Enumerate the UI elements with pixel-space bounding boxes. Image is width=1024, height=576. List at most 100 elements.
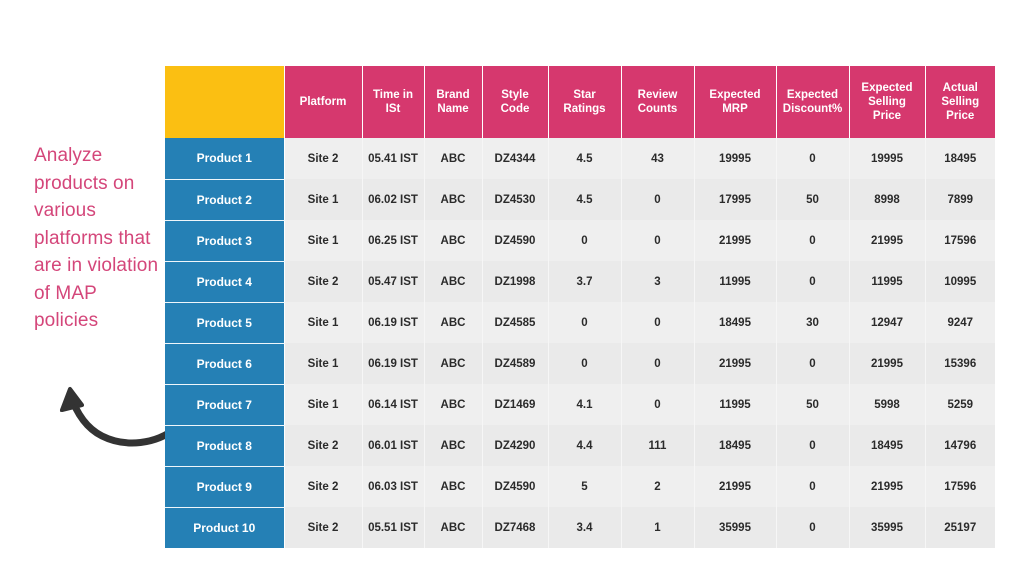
column-header-expected-mrp[interactable]: Expected MRP (694, 66, 777, 138)
cell-style-code: DZ7468 (482, 507, 549, 548)
cell-star-ratings: 4.4 (548, 425, 622, 466)
cell-time-in-ist: 05.51 IST (362, 507, 425, 548)
cell-expected-mrp: 19995 (694, 138, 777, 179)
cell-review-counts: 0 (621, 220, 695, 261)
cell-star-ratings: 4.1 (548, 384, 622, 425)
cell-expected-selling-price: 35995 (849, 507, 926, 548)
column-header-style-code[interactable]: Style Code (482, 66, 549, 138)
cell-expected-discount: 30 (776, 302, 850, 343)
cell-expected-mrp: 11995 (694, 384, 777, 425)
cell-review-counts: 0 (621, 179, 695, 220)
cell-time-in-ist: 06.14 IST (362, 384, 425, 425)
cell-style-code: DZ4290 (482, 425, 549, 466)
curved-arrow-up-left-icon (52, 368, 182, 460)
cell-brand-name: ABC (424, 261, 483, 302)
cell-time-in-ist: 05.47 IST (362, 261, 425, 302)
column-header-expected-selling-price[interactable]: Expected Selling Price (849, 66, 926, 138)
row-label-product[interactable]: Product 5 (165, 302, 285, 344)
table-header-row: Platform Time in ISt Brand Name Style Co… (165, 66, 995, 138)
row-label-product[interactable]: Product 4 (165, 261, 285, 303)
column-header-brand-name[interactable]: Brand Name (424, 66, 483, 138)
row-label-product[interactable]: Product 1 (165, 138, 285, 180)
cell-expected-selling-price: 12947 (849, 302, 926, 343)
cell-actual-selling-price: 25197 (925, 507, 995, 548)
cell-expected-mrp: 18495 (694, 302, 777, 343)
cell-brand-name: ABC (424, 466, 483, 507)
cell-actual-selling-price: 5259 (925, 384, 995, 425)
cell-expected-mrp: 17995 (694, 179, 777, 220)
column-header-review-counts[interactable]: Review Counts (621, 66, 695, 138)
cell-expected-discount: 0 (776, 466, 850, 507)
cell-review-counts: 3 (621, 261, 695, 302)
column-header-star-ratings[interactable]: Star Ratings (548, 66, 622, 138)
table-row: Product 10 Site 2 05.51 IST ABC DZ7468 3.4 1 35… (165, 507, 995, 548)
cell-expected-mrp: 21995 (694, 220, 777, 261)
cell-actual-selling-price: 18495 (925, 138, 995, 179)
cell-time-in-ist: 05.41 IST (362, 138, 425, 179)
cell-expected-selling-price: 11995 (849, 261, 926, 302)
row-label-product[interactable]: Product 10 (165, 507, 285, 548)
cell-star-ratings: 4.5 (548, 138, 622, 179)
cell-expected-mrp: 21995 (694, 466, 777, 507)
cell-time-in-ist: 06.03 IST (362, 466, 425, 507)
cell-style-code: DZ1469 (482, 384, 549, 425)
table-corner-cell (165, 66, 285, 138)
table-row: Product 3 Site 1 06.25 IST ABC DZ4590 0 0 21995… (165, 220, 995, 262)
cell-brand-name: ABC (424, 220, 483, 261)
products-table-container: Platform Time in ISt Brand Name Style Co… (165, 66, 995, 548)
cell-brand-name: ABC (424, 425, 483, 466)
cell-expected-selling-price: 21995 (849, 466, 926, 507)
products-table: Platform Time in ISt Brand Name Style Co… (165, 66, 995, 548)
cell-time-in-ist: 06.25 IST (362, 220, 425, 261)
cell-expected-selling-price: 21995 (849, 343, 926, 384)
table-row: Product 9 Site 2 06.03 IST ABC DZ4590 5 2 21995… (165, 466, 995, 508)
row-label-product[interactable]: Product 9 (165, 466, 285, 508)
cell-platform: Site 1 (284, 179, 363, 220)
cell-brand-name: ABC (424, 138, 483, 179)
cell-platform: Site 2 (284, 466, 363, 507)
row-label-product[interactable]: Product 7 (165, 384, 285, 426)
cell-actual-selling-price: 14796 (925, 425, 995, 466)
table-row: Product 7 Site 1 06.14 IST ABC DZ1469 4.1 0 119… (165, 384, 995, 426)
cell-expected-discount: 50 (776, 179, 850, 220)
cell-expected-discount: 0 (776, 343, 850, 384)
cell-review-counts: 2 (621, 466, 695, 507)
cell-expected-discount: 0 (776, 425, 850, 466)
cell-expected-mrp: 21995 (694, 343, 777, 384)
cell-review-counts: 43 (621, 138, 695, 179)
cell-star-ratings: 5 (548, 466, 622, 507)
row-label-product[interactable]: Product 6 (165, 343, 285, 385)
cell-style-code: DZ4530 (482, 179, 549, 220)
cell-actual-selling-price: 17596 (925, 220, 995, 261)
table-row: Product 6 Site 1 06.19 IST ABC DZ4589 0 0 21995… (165, 343, 995, 385)
cell-star-ratings: 3.7 (548, 261, 622, 302)
cell-review-counts: 0 (621, 343, 695, 384)
column-header-actual-selling-price[interactable]: Actual Selling Price (925, 66, 995, 138)
column-header-platform[interactable]: Platform (284, 66, 363, 138)
row-label-product[interactable]: Product 2 (165, 179, 285, 221)
row-label-product[interactable]: Product 8 (165, 425, 285, 467)
cell-platform: Site 2 (284, 138, 363, 179)
cell-time-in-ist: 06.19 IST (362, 343, 425, 384)
cell-expected-selling-price: 5998 (849, 384, 926, 425)
cell-platform: Site 2 (284, 507, 363, 548)
cell-style-code: DZ4585 (482, 302, 549, 343)
cell-style-code: DZ1998 (482, 261, 549, 302)
cell-review-counts: 0 (621, 384, 695, 425)
column-header-time-in-ist[interactable]: Time in ISt (362, 66, 425, 138)
cell-expected-selling-price: 18495 (849, 425, 926, 466)
cell-actual-selling-price: 15396 (925, 343, 995, 384)
cell-expected-discount: 50 (776, 384, 850, 425)
cell-star-ratings: 0 (548, 220, 622, 261)
cell-star-ratings: 4.5 (548, 179, 622, 220)
table-row: Product 2 Site 1 06.02 IST ABC DZ4530 4.5 0 179… (165, 179, 995, 221)
cell-brand-name: ABC (424, 343, 483, 384)
cell-expected-discount: 0 (776, 220, 850, 261)
cell-expected-selling-price: 19995 (849, 138, 926, 179)
cell-platform: Site 1 (284, 384, 363, 425)
cell-expected-mrp: 18495 (694, 425, 777, 466)
cell-expected-discount: 0 (776, 261, 850, 302)
row-label-product[interactable]: Product 3 (165, 220, 285, 262)
column-header-expected-discount[interactable]: Expected Discount% (776, 66, 850, 138)
cell-time-in-ist: 06.19 IST (362, 302, 425, 343)
